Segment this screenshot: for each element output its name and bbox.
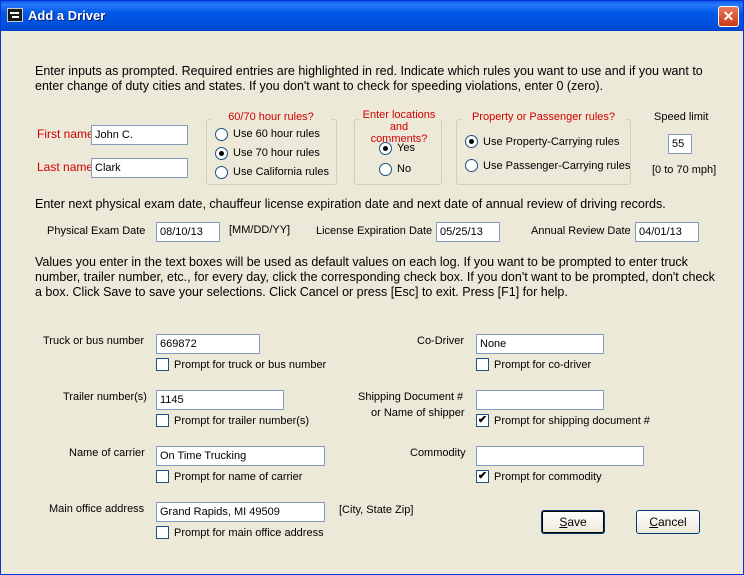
shipping-doc-label-line2: or Name of shipper: [371, 407, 465, 419]
commodity-input[interactable]: [476, 446, 644, 466]
last-name-input[interactable]: Clark: [91, 158, 188, 178]
property-rules-title: Property or Passenger rules?: [461, 111, 626, 123]
physical-exam-label: Physical Exam Date: [47, 225, 146, 237]
speed-limit-input[interactable]: 55: [668, 134, 692, 154]
commodity-label: Commodity: [410, 447, 466, 459]
app-icon: [7, 8, 23, 22]
radio-passenger[interactable]: [465, 159, 478, 172]
cancel-button[interactable]: Cancel: [636, 510, 700, 534]
carrier-prompt-label[interactable]: Prompt for name of carrier: [174, 471, 302, 483]
co-driver-input[interactable]: None: [476, 334, 604, 354]
locations-title: Enter locations and comments?: [359, 109, 439, 145]
radio-locations-yes[interactable]: [379, 142, 392, 155]
co-driver-prompt-checkbox[interactable]: [476, 358, 489, 371]
trailer-prompt-label[interactable]: Prompt for trailer number(s): [174, 415, 309, 427]
radio-60-hour[interactable]: [215, 128, 228, 141]
radio-locations-no-label[interactable]: No: [397, 163, 411, 175]
speed-limit-label: Speed limit: [654, 111, 709, 123]
commodity-prompt-checkbox[interactable]: ✔: [476, 470, 489, 483]
office-prompt-label[interactable]: Prompt for main office address: [174, 527, 324, 539]
cancel-button-rest: ancel: [657, 515, 687, 529]
first-name-input[interactable]: John C.: [91, 125, 188, 145]
license-expiration-input[interactable]: 05/25/13: [436, 222, 500, 242]
dates-intro-text: Enter next physical exam date, chauffeur…: [35, 197, 666, 211]
commodity-prompt-label[interactable]: Prompt for commodity: [494, 471, 602, 483]
save-button-rest: ave: [567, 515, 587, 529]
date-format-hint: [MM/DD/YY]: [229, 224, 291, 236]
intro-text: Enter inputs as prompted. Required entri…: [35, 64, 703, 93]
shipping-prompt-checkbox[interactable]: ✔: [476, 414, 489, 427]
defaults-intro-text: Values you enter in the text boxes will …: [35, 255, 715, 299]
radio-70-hour-label[interactable]: Use 70 hour rules: [233, 147, 320, 159]
office-prompt-checkbox[interactable]: [156, 526, 169, 539]
speed-limit-range: [0 to 70 mph]: [652, 164, 717, 176]
carrier-prompt-checkbox[interactable]: [156, 470, 169, 483]
truck-prompt-checkbox[interactable]: [156, 358, 169, 371]
locations-title-line1: Enter locations: [362, 109, 436, 121]
truck-number-label: Truck or bus number: [43, 335, 145, 347]
last-name-label: Last name: [37, 160, 94, 174]
shipping-prompt-label[interactable]: Prompt for shipping document #: [494, 415, 650, 427]
property-rules-group: [456, 119, 631, 185]
radio-property-label[interactable]: Use Property-Carrying rules: [483, 136, 619, 148]
radio-passenger-label[interactable]: Use Passenger-Carrying rules: [483, 160, 630, 172]
physical-exam-input[interactable]: 08/10/13: [156, 222, 220, 242]
close-button[interactable]: ✕: [718, 6, 739, 27]
main-office-input[interactable]: Grand Rapids, MI 49509: [156, 502, 325, 522]
annual-review-label: Annual Review Date: [531, 225, 631, 237]
co-driver-label: Co-Driver: [417, 335, 465, 347]
radio-california-label[interactable]: Use California rules: [233, 166, 329, 178]
main-office-label: Main office address: [49, 503, 145, 515]
radio-70-hour[interactable]: [215, 147, 228, 160]
radio-60-hour-label[interactable]: Use 60 hour rules: [233, 128, 320, 140]
carrier-name-label: Name of carrier: [69, 447, 145, 459]
radio-california[interactable]: [215, 166, 228, 179]
carrier-name-input[interactable]: On Time Trucking: [156, 446, 325, 466]
shipping-doc-input[interactable]: [476, 390, 604, 410]
save-button[interactable]: Save: [541, 510, 605, 534]
radio-property[interactable]: [465, 135, 478, 148]
add-driver-window: Add a Driver ✕ Enter inputs as prompted.…: [0, 0, 744, 575]
co-driver-prompt-label[interactable]: Prompt for co-driver: [494, 359, 591, 371]
license-expiration-label: License Expiration Date: [316, 225, 433, 237]
radio-locations-no[interactable]: [379, 163, 392, 176]
main-office-hint: [City, State Zip]: [339, 504, 414, 516]
trailer-number-input[interactable]: 1145: [156, 390, 284, 410]
annual-review-input[interactable]: 04/01/13: [635, 222, 699, 242]
trailer-number-label: Trailer number(s): [63, 391, 147, 403]
truck-number-input[interactable]: 669872: [156, 334, 260, 354]
truck-prompt-label[interactable]: Prompt for truck or bus number: [174, 359, 326, 371]
title-bar[interactable]: Add a Driver ✕: [1, 1, 743, 31]
window-title: Add a Driver: [28, 8, 106, 23]
shipping-doc-label-line1: Shipping Document #: [358, 391, 464, 403]
first-name-label: First name: [37, 127, 94, 141]
trailer-prompt-checkbox[interactable]: [156, 414, 169, 427]
cancel-button-accel: C: [649, 515, 658, 529]
hours-rules-title: 60/70 hour rules?: [211, 111, 331, 123]
radio-locations-yes-label[interactable]: Yes: [397, 142, 415, 154]
